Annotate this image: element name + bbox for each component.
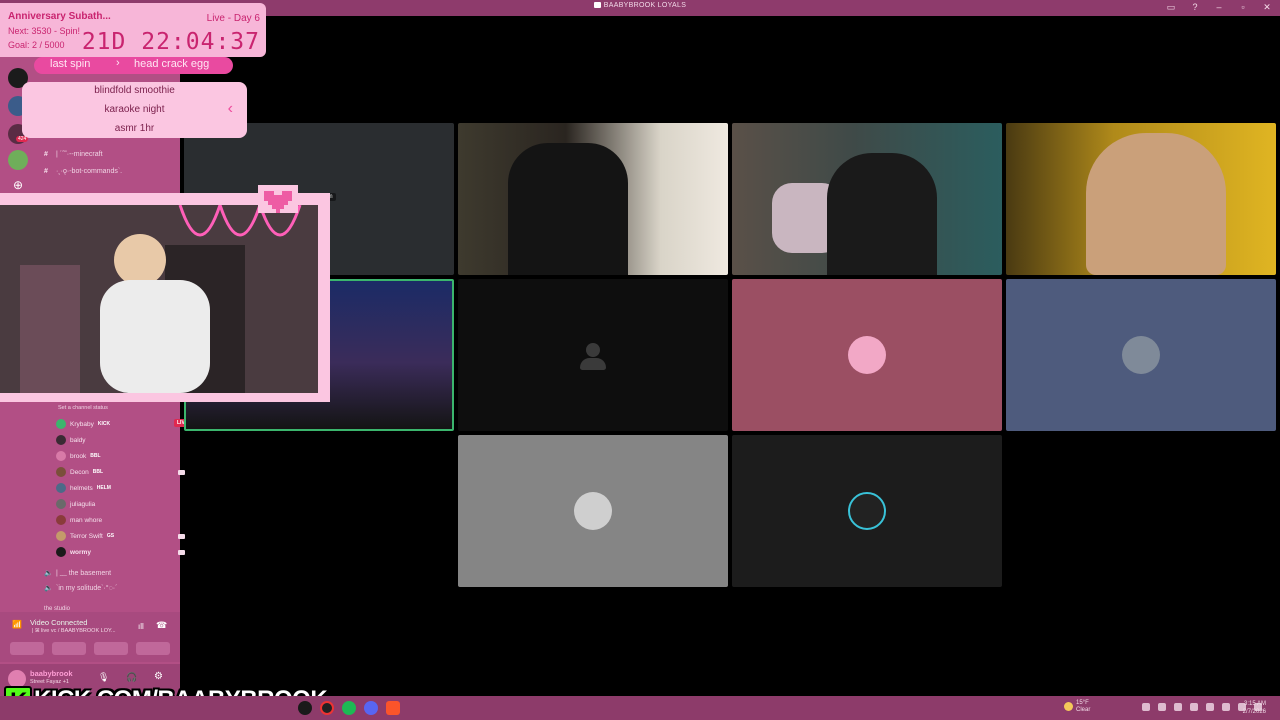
pixel-heart-icon: [258, 185, 298, 213]
channel-minecraft[interactable]: # | ´ˆ˜·--minecraft: [44, 151, 103, 158]
activities-button[interactable]: [94, 642, 128, 655]
subathon-next: Next: 3530 - Spin!: [8, 26, 81, 36]
live-day-label: Live - Day 6: [206, 13, 260, 24]
wheel-option: asmr 1hr: [114, 123, 155, 134]
chevron-left-icon: ‹: [227, 100, 233, 117]
voice-member[interactable]: man whore: [56, 515, 102, 525]
voice-member[interactable]: helmets HELM: [56, 483, 111, 493]
channel-bot-commands[interactable]: # ·˛·ǫ·-bot-commands`.: [44, 168, 122, 175]
brave-icon[interactable]: [386, 701, 400, 715]
last-spin-label: last spin: [50, 58, 91, 70]
moon-icon: [1064, 702, 1073, 711]
microphone-icon[interactable]: 🎙: [98, 672, 109, 683]
close-button[interactable]: ✕: [1262, 2, 1272, 13]
volume-icon[interactable]: [1174, 703, 1182, 711]
user-status: Street Fayaz +1: [30, 679, 69, 685]
default-avatar-icon: [579, 343, 607, 371]
wheel-option: blindfold smoothie: [94, 85, 175, 96]
user-avatar: [848, 492, 886, 530]
battery-icon[interactable]: [1206, 703, 1214, 711]
obs-icon[interactable]: [320, 701, 334, 715]
clock[interactable]: 3:15 AM 2/7/2026: [1232, 700, 1266, 716]
voice-member[interactable]: Decon BBL: [56, 467, 185, 477]
channel-solitude[interactable]: 🔈 `in my solitude`·°◌·´: [44, 584, 117, 592]
wheel-option: karaoke night: [104, 104, 165, 115]
wheel-options-panel: blindfold smoothie karaoke night asmr 1h…: [22, 82, 247, 138]
inbox-icon[interactable]: ▭: [1166, 2, 1176, 13]
clock-time: 3:15 AM: [1243, 701, 1266, 707]
video-tile-camera[interactable]: [1006, 123, 1276, 275]
camera-toggle-button[interactable]: [10, 642, 44, 655]
screen-share-button[interactable]: [52, 642, 86, 655]
user-avatar: [848, 336, 886, 374]
help-icon[interactable]: ?: [1190, 2, 1200, 13]
tiktok-icon[interactable]: [298, 701, 312, 715]
spotify-icon[interactable]: [342, 701, 356, 715]
camera-icon: [178, 549, 185, 555]
voice-member[interactable]: wormy: [56, 547, 185, 557]
voice-status-panel: 📶 Video Connected | ꕤ live vc / BAABYBRO…: [0, 612, 180, 662]
noise-icon[interactable]: ıll: [138, 622, 144, 631]
camera-icon: [178, 533, 185, 539]
last-spin-pill: last spin › head crack egg: [34, 57, 233, 74]
voice-channel-name[interactable]: | ꕤ live vc / BAABYBROOK LOY...: [32, 628, 116, 635]
webcam-scene: [0, 205, 318, 393]
subathon-timer: 21D 22:04:37: [81, 29, 260, 55]
user-avatar: [574, 492, 612, 530]
streamer-webcam-frame: [0, 193, 330, 402]
chevron-right-icon: ›: [116, 57, 120, 69]
signal-icon: 📶: [12, 620, 22, 629]
server-icon[interactable]: [8, 150, 28, 170]
video-tile-camera[interactable]: [732, 123, 1002, 275]
voice-member[interactable]: brook BBL: [56, 451, 101, 461]
video-tile-no-camera[interactable]: [732, 435, 1002, 587]
person-silhouette: [1086, 133, 1226, 275]
voice-member[interactable]: Krybaby KICK LIVE: [56, 419, 192, 429]
settings-gear-icon[interactable]: ⚙: [154, 671, 163, 682]
weather-widget[interactable]: 15°F Clear: [1064, 700, 1090, 714]
camera-icon: [178, 469, 185, 475]
channel-basement[interactable]: 🔈 | ﹏ the basement: [44, 568, 111, 578]
channel-status-link[interactable]: Set a channel status: [58, 405, 108, 411]
video-tile-no-camera[interactable]: [458, 435, 728, 587]
soundboard-button[interactable]: [136, 642, 170, 655]
network-icon[interactable]: [1190, 703, 1198, 711]
person-silhouette: [508, 143, 628, 275]
voice-member[interactable]: Terror Swift GS: [56, 531, 185, 541]
app-logo-icon: [593, 2, 601, 8]
subathon-panel: Anniversary Subath... Next: 3530 - Spin!…: [0, 3, 266, 57]
chevron-up-icon[interactable]: [1142, 703, 1150, 711]
video-tile-no-camera[interactable]: [458, 279, 728, 431]
subathon-title: Anniversary Subath...: [8, 11, 111, 22]
headphones-icon[interactable]: 🎧: [126, 672, 137, 683]
video-tile-no-camera[interactable]: [1006, 279, 1276, 431]
bluetooth-icon[interactable]: [1158, 703, 1166, 711]
onedrive-icon[interactable]: [1222, 703, 1230, 711]
disconnect-icon[interactable]: ☎: [156, 620, 167, 631]
voice-member[interactable]: juliagulia: [56, 499, 95, 509]
taskbar: 15°F Clear 3:15 AM 2/7/2026: [0, 696, 1280, 720]
maximize-button[interactable]: ▫: [1238, 2, 1248, 13]
clock-date: 2/7/2026: [1242, 709, 1266, 715]
user-name: baabybrook: [30, 669, 73, 678]
user-avatar: [1122, 336, 1160, 374]
video-tile-camera[interactable]: [458, 123, 728, 275]
last-spin-value: head crack egg: [134, 58, 210, 70]
video-tile-no-camera[interactable]: [732, 279, 1002, 431]
subathon-goal: Goal: 2 / 5000: [8, 40, 65, 50]
discord-icon[interactable]: [364, 701, 378, 715]
person-silhouette: [827, 153, 937, 275]
streamer-webcam: [0, 205, 318, 393]
voice-member[interactable]: baldy: [56, 435, 86, 445]
voice-status: Video Connected: [30, 618, 88, 627]
minimize-button[interactable]: –: [1214, 2, 1224, 13]
